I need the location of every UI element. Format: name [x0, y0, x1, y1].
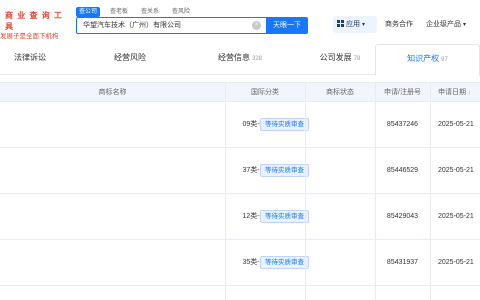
table-row[interactable]: 37类-建筑修理 等待实质审查 85446529 2025-05-21	[0, 148, 480, 194]
reg-no-cell: 85431937	[386, 259, 419, 266]
tab-intellectual-property[interactable]: 知识产权 97	[375, 44, 480, 76]
table-row[interactable]: 09类-科学仪器 等待实质审查 85437246 2025-05-21	[0, 102, 480, 148]
tab-count: 97	[441, 57, 448, 63]
tab-legal[interactable]: 法律诉讼	[0, 44, 62, 75]
logo-line1: 商 业 查 询 工 具	[5, 11, 63, 31]
status-badge: 等待实质审查	[260, 118, 309, 131]
grid-icon	[337, 20, 344, 27]
tab-label: 法律诉讼	[14, 53, 46, 62]
enterprise-products-menu[interactable]: 企业级产品 ▾	[426, 16, 466, 34]
tab-count: 78	[353, 56, 361, 62]
column-divider	[225, 82, 226, 300]
tab-label: 公司发展	[319, 53, 352, 62]
column-header-apply-date[interactable]: 申请日期 ↕	[430, 83, 480, 103]
enterprise-products-label: 企业级产品	[426, 21, 461, 28]
search-button[interactable]: 天眼一下	[266, 17, 308, 34]
search-input[interactable]: 华望汽车技术（广州）有限公司 ×	[76, 17, 266, 34]
status-badge: 等待实质审查	[260, 164, 309, 177]
tab-label: 经营风险	[114, 53, 146, 62]
date-cell: 2025-05-21	[438, 167, 474, 174]
column-header-trademark-name: 商标名称	[98, 89, 127, 96]
tab-business-risk[interactable]: 经营风险	[96, 44, 166, 75]
site-logo[interactable]: 商 业 查 询 工 具 发展子是全面下机构	[0, 10, 64, 40]
apply-date-label: 申请日期	[438, 89, 466, 96]
tab-development[interactable]: 公司发展 78	[305, 44, 375, 75]
reg-no-cell: 85446529	[386, 167, 419, 174]
top-header: 商 业 查 询 工 具 发展子是全面下机构 查公司 查老板 查关系 查风险 华望…	[0, 0, 480, 40]
tab-label: 经营信息	[217, 53, 250, 62]
section-tabs: 法律诉讼 经营风险 经营信息 328 公司发展 78 知识产权 97	[0, 44, 480, 76]
apps-label: 应用	[346, 21, 360, 28]
search-tab-relation[interactable]: 查关系	[138, 7, 162, 17]
table-row[interactable]: 35类-广告销售 等待实质审查 85431937 2025-05-21	[0, 240, 480, 286]
tab-count: 328	[251, 56, 262, 62]
tab-business-info[interactable]: 经营信息 328	[200, 44, 280, 75]
apps-menu-button[interactable]: 应用 ▾	[333, 16, 377, 33]
date-cell: 2025-05-21	[438, 259, 474, 266]
chevron-down-icon: ▾	[361, 22, 365, 28]
date-cell: 2025-05-21	[438, 121, 474, 128]
chevron-down-icon: ▾	[462, 22, 466, 28]
column-header-status: 商标状态	[326, 89, 354, 96]
tab-label: 知识产权	[407, 54, 440, 63]
column-divider	[375, 82, 376, 300]
date-cell: 2025-05-21	[438, 213, 474, 220]
column-divider	[305, 82, 306, 300]
clear-icon[interactable]: ×	[252, 21, 261, 30]
reg-no-cell: 85437246	[386, 121, 419, 128]
search-tab-boss[interactable]: 查老板	[107, 7, 131, 17]
status-badge: 等待实质审查	[260, 256, 309, 269]
search-tab-company[interactable]: 查公司	[76, 7, 101, 17]
column-header-category: 国际分类	[251, 89, 279, 96]
logo-line2: 发展子是全面下机构	[0, 33, 59, 40]
sort-icon: ↕	[467, 90, 471, 96]
search-input-value: 华望汽车技术（广州）有限公司	[83, 22, 181, 29]
business-cooperation-link[interactable]: 商务合作	[385, 16, 413, 33]
column-divider	[430, 82, 431, 300]
trademark-table-header: 商标名称 国际分类 商标状态 申请/注册号 申请日期 ↕	[0, 82, 480, 102]
status-badge: 等待实质审查	[260, 210, 309, 223]
reg-no-cell: 85429043	[386, 213, 419, 220]
column-header-reg-no: 申请/注册号	[384, 89, 421, 96]
table-row[interactable]: 12类-运输工具 等待实质审查 85429043 2025-05-21	[0, 194, 480, 240]
search-tab-risk[interactable]: 查风险	[169, 7, 193, 17]
